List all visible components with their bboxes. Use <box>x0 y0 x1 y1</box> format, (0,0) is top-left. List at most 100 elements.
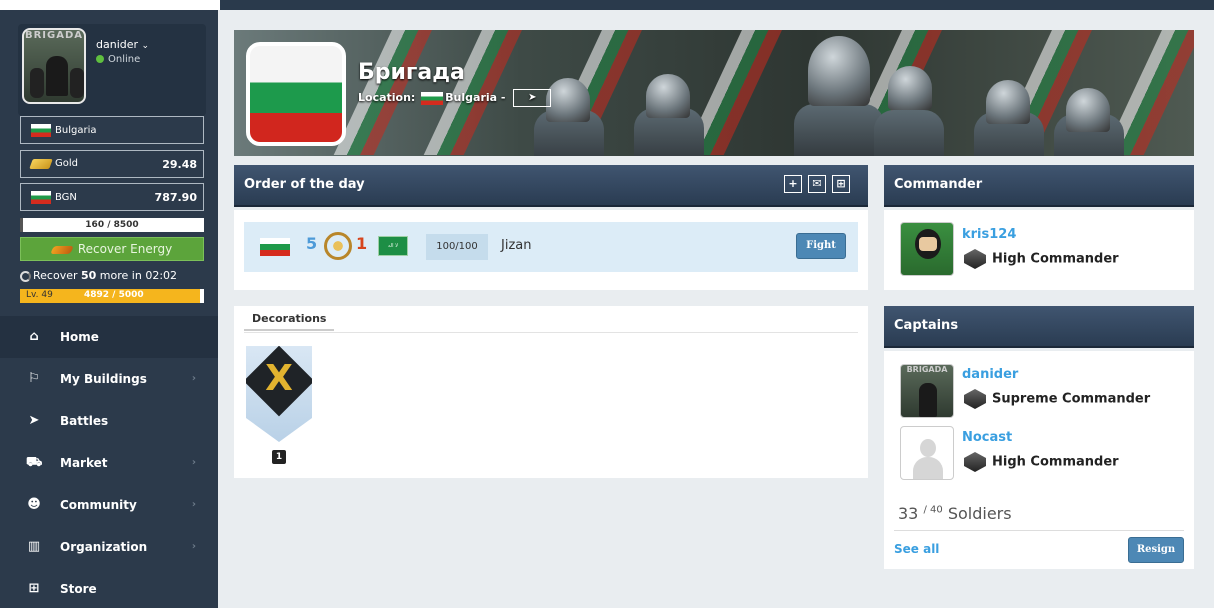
gift-icon: ⊞ <box>28 581 40 596</box>
home-icon: ⌂ <box>29 329 39 344</box>
commander-header: Commander <box>884 165 1194 207</box>
plus-icon[interactable]: + <box>784 175 802 193</box>
chevron-down-icon[interactable]: ⌄ <box>142 41 150 51</box>
xp-text: 4892 / 5000 <box>84 290 144 300</box>
captains-header: Captains <box>884 306 1194 348</box>
chevron-right-icon: › <box>191 457 196 468</box>
helmet-icon <box>888 66 932 110</box>
send-icon: ➤ <box>28 413 40 428</box>
user-profile[interactable]: BRIGADA danider ⌄ Online <box>18 24 206 116</box>
battle-row[interactable]: 5 1 ﻻ اله 100/100 Jizan Fight <box>244 222 858 272</box>
battle-count: 100/100 <box>426 234 488 260</box>
gold-box[interactable]: Gold 29.48 <box>20 150 204 178</box>
fight-button[interactable]: Fight <box>796 233 846 259</box>
nav-market-label: Market <box>60 456 108 470</box>
nav-community-label: Community <box>60 498 137 512</box>
nav-battles-label: Battles <box>60 414 109 428</box>
soldiers-max: / 40 <box>923 504 943 516</box>
recover-amount: 50 <box>81 269 97 282</box>
avatar[interactable]: BRIGADA <box>22 28 86 104</box>
username-text: danider <box>96 38 139 51</box>
country-name: Bulgaria <box>55 125 97 136</box>
level-bar: Lv. 49 4892 / 5000 <box>20 289 204 303</box>
energy-bar: 160 / 8500 <box>20 218 204 232</box>
chevron-right-icon: › <box>191 373 196 384</box>
chevron-right-icon: › <box>191 541 196 552</box>
score-right: 1 <box>356 234 368 253</box>
order-of-the-day-header: Order of the day + ✉ ⊞ <box>234 165 868 207</box>
soldier-body <box>874 110 944 156</box>
energy-text: 160 / 8500 <box>85 220 139 230</box>
captain-rank: Supreme Commander <box>964 389 1150 409</box>
medal-count-badge: 1 <box>272 450 286 464</box>
see-all-link[interactable]: See all <box>894 542 939 556</box>
captain-name[interactable]: danider <box>962 367 1018 382</box>
flag-icon: ⚐ <box>28 371 40 386</box>
currency-value: 787.90 <box>154 191 197 204</box>
group-name: Бригада <box>358 60 465 85</box>
commander-avatar[interactable] <box>900 222 954 276</box>
default-avatar-head <box>920 439 936 457</box>
helmet-icon <box>1066 88 1110 132</box>
nav-my-buildings-label: My Buildings <box>60 372 147 386</box>
send-icon: ➤ <box>528 92 537 103</box>
commander-title: Commander <box>894 177 983 192</box>
bgn-flag-icon <box>31 191 51 204</box>
commander-rank: High Commander <box>964 249 1119 269</box>
location-label: Location: <box>358 91 416 104</box>
rank-insignia-icon <box>964 389 986 409</box>
building-icon: ▥ <box>27 539 41 554</box>
bulgaria-flag-icon <box>260 238 290 256</box>
avatar-figure <box>46 56 68 96</box>
nav-organization[interactable]: ▥ Organization › <box>0 526 218 568</box>
location-button[interactable]: ➤ <box>513 89 552 107</box>
nav-home[interactable]: ⌂ Home <box>0 316 218 358</box>
default-avatar-body <box>913 457 943 479</box>
gold-label: Gold <box>55 158 78 169</box>
score-left: 5 <box>306 234 318 253</box>
avatar-face <box>919 237 937 251</box>
recover-timer: Recover 50 more in 02:02 <box>20 269 177 282</box>
currency-box[interactable]: BGN 787.90 <box>20 183 204 211</box>
country-box[interactable]: Bulgaria <box>20 116 204 144</box>
resign-button[interactable]: Resign <box>1128 537 1184 563</box>
commander-name[interactable]: kris124 <box>962 227 1016 242</box>
helmet-icon <box>546 78 590 122</box>
group-logo <box>246 42 346 146</box>
content-header-strip <box>220 0 1214 10</box>
online-dot-icon <box>96 55 104 63</box>
nav-battles[interactable]: ➤ Battles <box>0 400 218 442</box>
nav-my-buildings[interactable]: ⚐ My Buildings › <box>0 358 218 400</box>
avatar-text: BRIGADA <box>24 30 84 41</box>
captain-avatar[interactable]: BRIGADA <box>900 364 954 418</box>
nav-market[interactable]: ⛟ Market › <box>0 442 218 484</box>
captain-name[interactable]: Nocast <box>962 430 1012 445</box>
battle-region[interactable]: Jizan <box>501 238 531 253</box>
avatar-figure <box>919 383 937 417</box>
captains-title: Captains <box>894 318 959 333</box>
recover-energy-button[interactable]: Recover Energy <box>20 237 204 261</box>
medal-icon[interactable]: X <box>246 346 312 442</box>
location-country[interactable]: Bulgaria <box>445 91 497 104</box>
gold-icon <box>29 158 53 169</box>
captain-avatar[interactable] <box>900 426 954 480</box>
chevron-right-icon: › <box>191 499 196 510</box>
currency-label: BGN <box>55 192 77 203</box>
divider <box>894 530 1184 531</box>
gift-icon[interactable]: ⊞ <box>832 175 850 193</box>
nav-community[interactable]: ☻ Community › <box>0 484 218 526</box>
commander-rank-text: High Commander <box>992 251 1119 267</box>
mail-icon[interactable]: ✉ <box>808 175 826 193</box>
ship-wheel-icon <box>324 232 352 260</box>
divider <box>244 332 858 333</box>
username[interactable]: danider ⌄ <box>96 38 149 51</box>
sidebar: BRIGADA danider ⌄ Online Bulgaria Gold 2… <box>0 10 218 608</box>
decorations-tab[interactable]: Decorations <box>244 312 335 331</box>
user-status-text: Online <box>108 54 141 65</box>
bulgaria-flag-icon <box>421 91 444 105</box>
recover-timer-suffix: more in 02:02 <box>96 269 178 282</box>
nav-store-label: Store <box>60 582 97 596</box>
decorations-panel: Decorations X 1 <box>234 306 868 478</box>
nav-store[interactable]: ⊞ Store <box>0 568 218 608</box>
helmet-icon <box>808 36 870 106</box>
